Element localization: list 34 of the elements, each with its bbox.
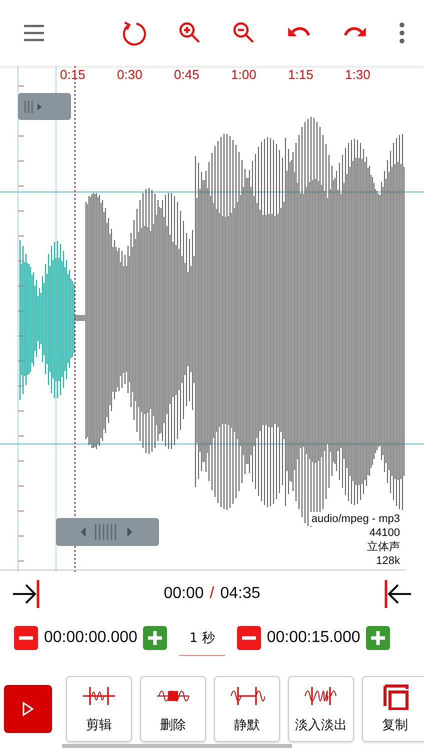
- zoom-out-icon[interactable]: [232, 21, 256, 45]
- minus-icon: [242, 636, 256, 640]
- time-separator: /: [210, 585, 214, 603]
- step-selector[interactable]: 1 秒: [179, 620, 225, 656]
- decrease-end-button[interactable]: [236, 626, 261, 650]
- tool-button[interactable]: 静默: [214, 676, 280, 742]
- total-time: 04:35: [220, 585, 260, 603]
- scroll-handle[interactable]: [56, 518, 159, 546]
- reload-icon[interactable]: [120, 19, 148, 47]
- tool-button[interactable]: 删除: [140, 676, 206, 742]
- file-info-text: audio/mpeg - mp3: [309, 512, 402, 526]
- play-icon: [22, 700, 34, 718]
- time-label: 0:45: [174, 67, 200, 82]
- time-label: 0:30: [117, 67, 144, 82]
- scroll-handle[interactable]: [18, 93, 71, 120]
- time-label: 1:15: [288, 67, 314, 82]
- increase-end-button[interactable]: [366, 626, 390, 650]
- zoom-in-icon[interactable]: [178, 21, 202, 45]
- tool-button[interactable]: 淡入淡出: [288, 676, 354, 742]
- decrease-start-button[interactable]: [14, 626, 38, 650]
- start-time: 00:00:00.000: [44, 629, 138, 647]
- tool-button[interactable]: 剪辑: [66, 676, 132, 742]
- current-time: 00:00: [164, 585, 204, 603]
- go-to-start-icon[interactable]: [12, 580, 42, 608]
- increase-start-button[interactable]: [143, 626, 168, 650]
- play-button[interactable]: [4, 685, 52, 733]
- more-icon[interactable]: [398, 21, 406, 45]
- minus-icon: [19, 636, 33, 640]
- end-time: 00:00:15.000: [266, 629, 360, 647]
- tool-button[interactable]: 复制: [362, 676, 424, 742]
- waveform-drawing[interactable]: [0, 66, 424, 572]
- time-label: 1:30: [345, 67, 372, 82]
- time-label: 1:00: [231, 67, 258, 82]
- file-info-text: 立体声: [365, 540, 402, 554]
